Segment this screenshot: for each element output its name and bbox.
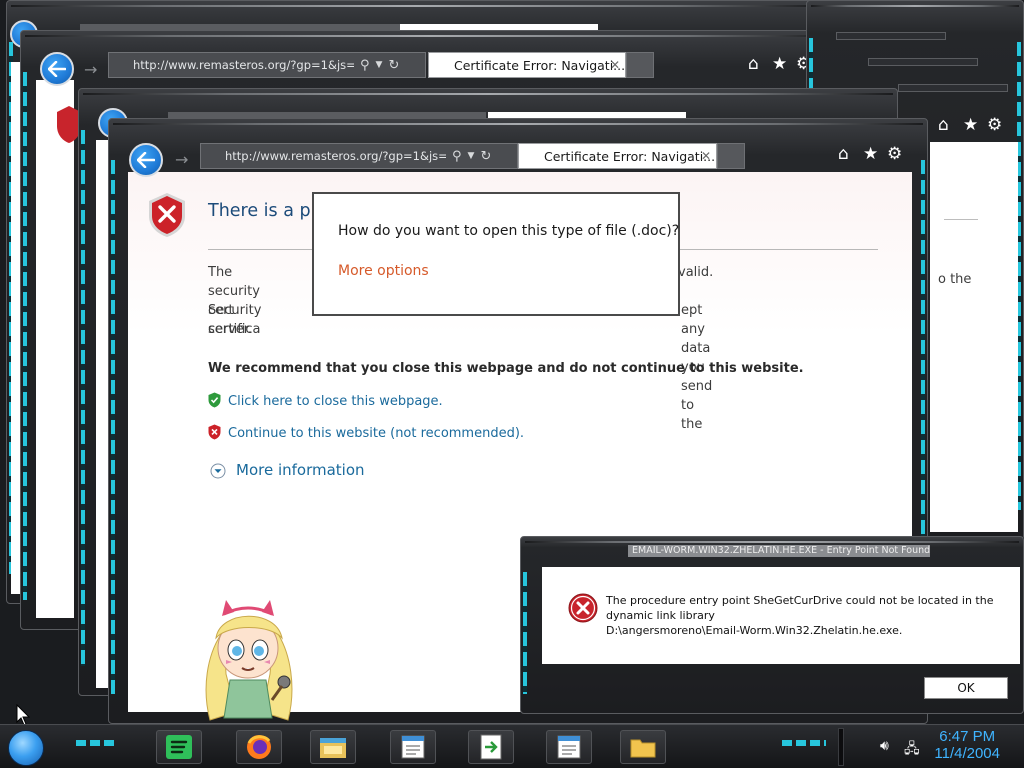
- clock-time: 6:47 PM: [939, 728, 996, 745]
- forward-button[interactable]: →: [84, 60, 97, 79]
- home-icon[interactable]: ⌂: [838, 146, 849, 163]
- open-file-dialog: How do you want to open this type of fil…: [312, 192, 680, 316]
- cartoon-character-illustration: [205, 600, 293, 721]
- refresh-icon[interactable]: ↻: [480, 149, 491, 164]
- tab-title: Certificate Error: Navigati...: [544, 148, 716, 164]
- ok-button[interactable]: OK: [924, 677, 1008, 699]
- continue-website-link[interactable]: Continue to this website (not recommende…: [228, 426, 524, 441]
- close-tab-icon[interactable]: ✕: [610, 58, 620, 72]
- clock-date: 11/4/2004: [934, 745, 1000, 762]
- address-url[interactable]: http://www.remasteros.org/?gp=1&js=1&uui…: [201, 149, 446, 163]
- taskbar-separator: [838, 728, 844, 766]
- folder-icon: [630, 739, 656, 758]
- home-icon[interactable]: ⌂: [938, 117, 949, 134]
- taskbar-firefox[interactable]: [236, 730, 282, 764]
- system-clock[interactable]: 6:47 PM 11/4/2004: [934, 728, 1000, 762]
- tools-icon[interactable]: ⚙: [987, 117, 1002, 134]
- volume-icon[interactable]: 🔊︎: [880, 738, 889, 754]
- error-message: The procedure entry point SheGetCurDrive…: [606, 593, 1010, 638]
- mouse-cursor-icon: [16, 704, 30, 726]
- taskbar-notepad[interactable]: [390, 730, 436, 764]
- address-url[interactable]: http://www.remasteros.org/?gp=1&js=1&uui…: [109, 58, 354, 72]
- tab-certificate-error[interactable]: Certificate Error: Navigati... ✕: [518, 143, 717, 169]
- arrow-right-icon: →: [175, 150, 189, 169]
- recommendation-text: We recommend that you close this webpage…: [208, 361, 804, 376]
- network-icon[interactable]: 🖧︎: [904, 738, 920, 762]
- tab-certificate-error[interactable]: Certificate Error: Navigati... ✕: [428, 52, 626, 78]
- error-message-line-2: dynamic link library: [606, 609, 715, 622]
- security-text-2-line2: server.: [208, 322, 253, 337]
- more-information-link[interactable]: More information: [236, 461, 365, 479]
- error-message-line-1: The procedure entry point SheGetCurDrive…: [606, 594, 994, 607]
- taskbar-accent: [782, 740, 826, 746]
- refresh-icon[interactable]: ↻: [388, 58, 399, 73]
- green-shield-icon: [208, 392, 221, 408]
- forward-button[interactable]: →: [175, 150, 188, 169]
- error-message-line-3: D:\angersmoreno\Email-Worm.Win32.Zhelati…: [606, 624, 903, 637]
- favorites-icon[interactable]: ★: [963, 117, 978, 134]
- address-bar[interactable]: http://www.remasteros.org/?gp=1&js=1&uui…: [200, 143, 518, 169]
- tools-icon[interactable]: ⚙: [887, 146, 902, 163]
- taskbar-file-explorer[interactable]: [310, 730, 356, 764]
- spotify-icon: [166, 735, 192, 759]
- back-button[interactable]: [129, 143, 163, 177]
- taskbar-spotify[interactable]: [156, 730, 202, 764]
- tab-title: Certificate Error: Navigati...: [454, 57, 626, 73]
- taskbar-accent: [76, 740, 116, 746]
- notepad-icon: [557, 735, 581, 759]
- shortcut-icon: [480, 734, 502, 760]
- back-button[interactable]: [40, 52, 74, 86]
- new-tab-button[interactable]: [717, 143, 745, 169]
- file-explorer-icon: [320, 738, 346, 758]
- error-dialog-title: EMAIL-WORM.WIN32.ZHELATIN.HE.EXE - Entry…: [628, 545, 930, 557]
- taskbar-folder[interactable]: [620, 730, 666, 764]
- red-shield-icon: [208, 424, 221, 440]
- new-tab-button[interactable]: [626, 52, 654, 78]
- expand-circle-icon[interactable]: [210, 463, 226, 479]
- favorites-icon[interactable]: ★: [772, 56, 787, 73]
- open-file-question: How do you want to open this type of fil…: [338, 223, 680, 239]
- chevron-down-icon[interactable]: ▼: [468, 151, 475, 161]
- search-icon[interactable]: ⚲: [452, 149, 462, 164]
- firefox-icon: [247, 735, 271, 759]
- security-text-1-end: valid.: [678, 265, 714, 280]
- favorites-icon[interactable]: ★: [863, 146, 878, 163]
- taskbar-shortcut[interactable]: [468, 730, 514, 764]
- search-icon[interactable]: ⚲: [360, 58, 370, 73]
- start-button[interactable]: [8, 730, 44, 766]
- close-webpage-link[interactable]: Click here to close this webpage.: [228, 394, 443, 409]
- entry-point-error-dialog: EMAIL-WORM.WIN32.ZHELATIN.HE.EXE - Entry…: [520, 536, 1024, 714]
- error-icon: [568, 593, 598, 623]
- error-shield-icon: [149, 193, 185, 237]
- more-options-link[interactable]: More options: [338, 263, 429, 279]
- notepad-icon: [401, 735, 425, 759]
- behind-text: o the: [938, 272, 972, 287]
- home-icon[interactable]: ⌂: [748, 56, 759, 73]
- arrow-left-icon: [137, 152, 155, 168]
- chevron-down-icon[interactable]: ▼: [376, 60, 383, 70]
- taskbar-notepad-2[interactable]: [546, 730, 592, 764]
- address-bar[interactable]: http://www.remasteros.org/?gp=1&js=1&uui…: [108, 52, 426, 78]
- page-title: There is a pro: [208, 201, 329, 221]
- close-tab-icon[interactable]: ✕: [701, 149, 711, 163]
